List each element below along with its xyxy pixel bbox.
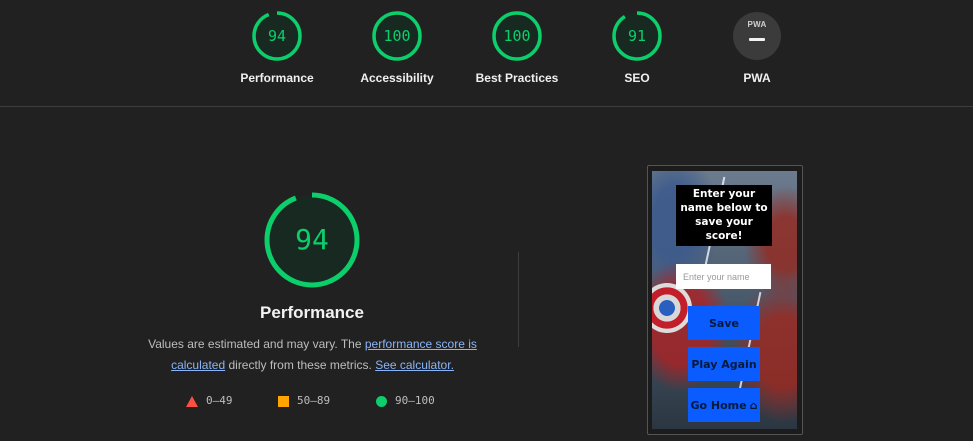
gauge-best-practices[interactable]: 100 Best Practices [457, 10, 577, 85]
triangle-fail-icon [186, 395, 198, 407]
score-description: Values are estimated and may vary. The p… [140, 334, 485, 376]
pwa-badge-icon: PWA [733, 12, 781, 60]
save-button[interactable]: Save [688, 306, 760, 340]
legend-range: 90–100 [395, 394, 435, 407]
gauge-label: Best Practices [475, 71, 559, 85]
vertical-divider [518, 252, 519, 347]
legend-item-pass: 90–100 [376, 394, 435, 407]
gauge-label: SEO [624, 71, 650, 85]
gauge-pwa[interactable]: PWA PWA [697, 10, 817, 85]
square-average-icon [278, 395, 289, 407]
gauge-label: Performance [240, 71, 314, 85]
gauge-ring: 100 [491, 10, 543, 62]
section-divider [0, 106, 973, 107]
legend-item-average: 50–89 [278, 394, 330, 407]
gauge-ring: 94 [251, 10, 303, 62]
play-again-button[interactable]: Play Again [688, 347, 760, 381]
legend-range: 50–89 [297, 394, 331, 407]
pwa-badge-text: PWA [747, 20, 767, 29]
desc-prefix: Values are estimated and may vary. The [148, 337, 365, 351]
screenshot-image: Enter your name below to save your score… [652, 171, 797, 429]
go-home-button[interactable]: Go Home ⌂ [688, 388, 760, 422]
score-gauges-bar: 94 Performance 100 Accessibility 100 Bes… [0, 0, 973, 106]
desc-middle: directly from these metrics. [225, 358, 376, 372]
see-calculator-link[interactable]: See calculator. [375, 358, 454, 372]
gauge-score: 100 [503, 27, 531, 45]
gauge-score: 94 [267, 27, 287, 45]
gauge-accessibility[interactable]: 100 Accessibility [337, 10, 457, 85]
go-home-label: Go Home [690, 398, 747, 412]
home-icon: ⌂ [749, 398, 758, 412]
shield-icon [652, 283, 692, 333]
name-input[interactable] [676, 264, 771, 289]
gauge-ring: 91 [611, 10, 663, 62]
gauge-ring: 100 [371, 10, 423, 62]
dash-icon [749, 38, 765, 41]
gauge-score: 100 [383, 27, 411, 45]
main-score: 94 [295, 223, 329, 256]
performance-main-gauge: 94 [262, 190, 362, 290]
final-screenshot-frame[interactable]: Enter your name below to save your score… [647, 165, 803, 435]
gauge-seo[interactable]: 91 SEO [577, 10, 697, 85]
screenshot-headline: Enter your name below to save your score… [676, 185, 772, 246]
gauge-label: PWA [743, 71, 771, 85]
gauge-label: Accessibility [360, 71, 434, 85]
gauge-score: 91 [627, 27, 647, 45]
page-title: Performance [260, 303, 364, 322]
gauge-performance[interactable]: 94 Performance [217, 10, 337, 85]
legend-range: 0–49 [206, 394, 233, 407]
circle-pass-icon [376, 395, 387, 407]
score-legend: 0–49 50–89 90–100 [183, 394, 473, 410]
legend-item-fail: 0–49 [186, 394, 233, 407]
